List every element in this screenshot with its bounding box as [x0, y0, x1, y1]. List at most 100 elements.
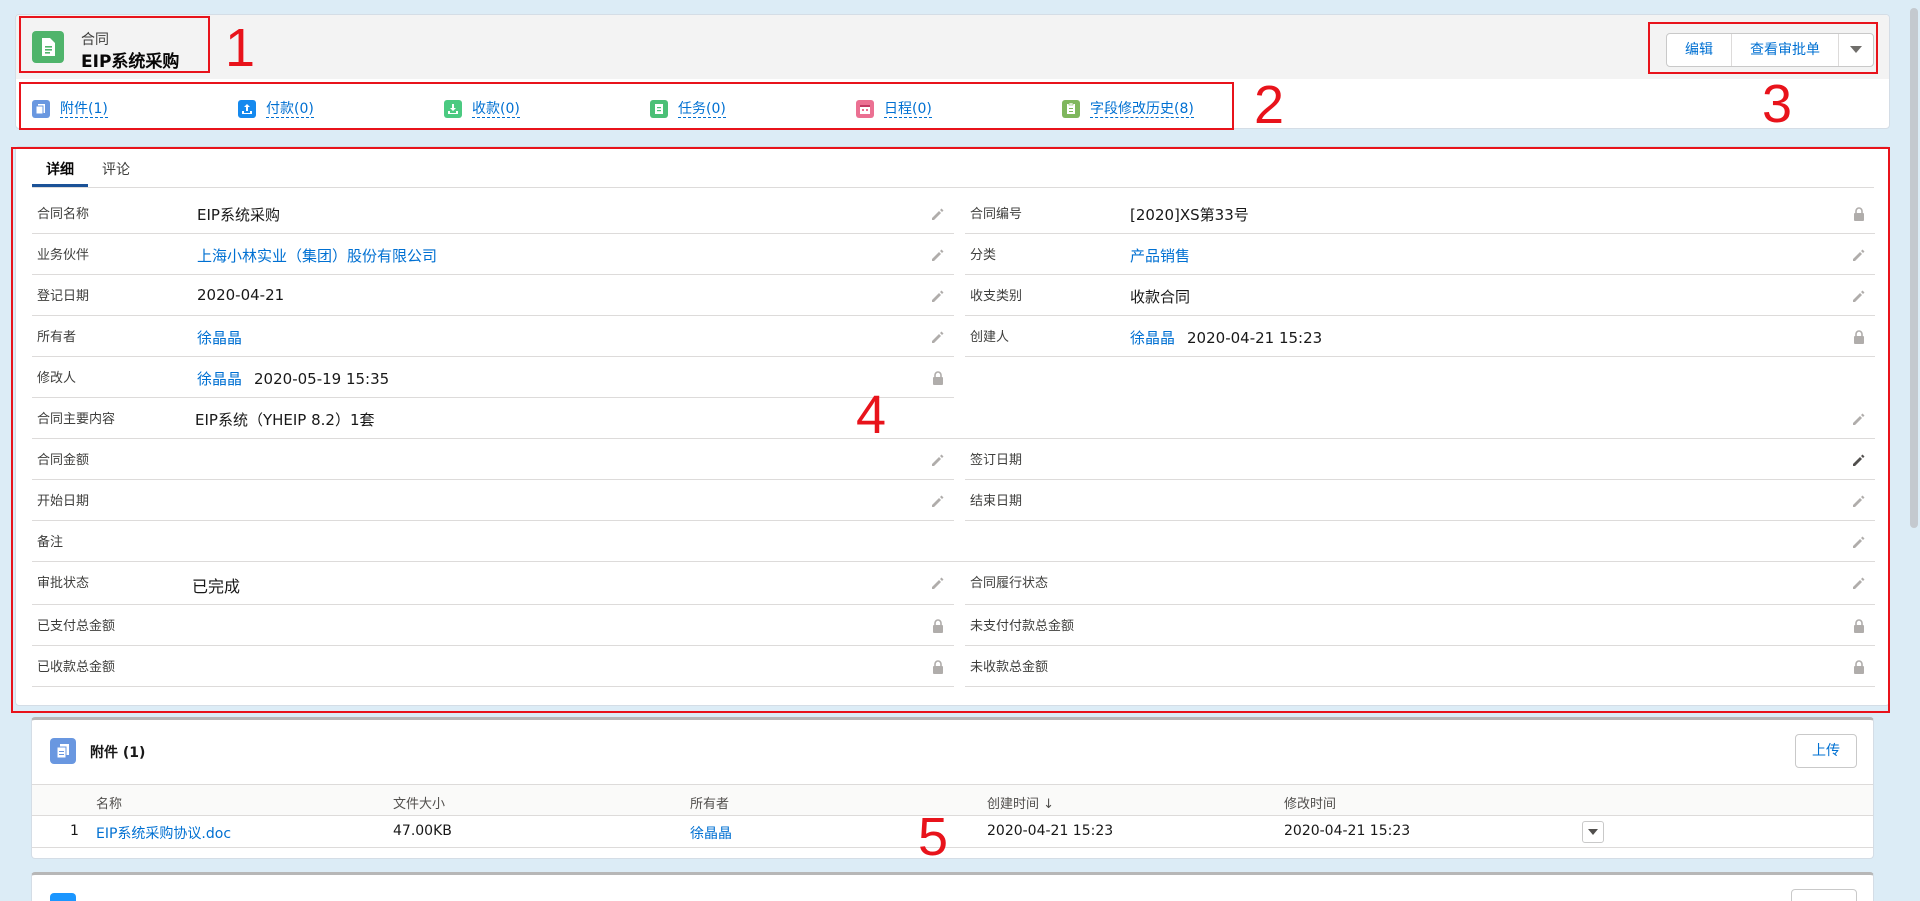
quick-link-attachments[interactable]: 附件(1) — [32, 100, 108, 118]
field-label: 合同主要内容 — [37, 412, 116, 427]
column-header-created[interactable]: 创建时间 ↓ — [987, 793, 1054, 812]
field-value: 已完成 — [192, 577, 241, 596]
field-value: 徐晶晶 2020-04-21 15:23 — [1130, 327, 1322, 348]
pencil-icon[interactable] — [930, 288, 946, 304]
pencil-icon[interactable] — [1851, 575, 1867, 591]
pencil-icon[interactable] — [1851, 411, 1867, 427]
quick-link-payments[interactable]: 付款(0) — [238, 100, 314, 118]
field-value: 徐晶晶 2020-05-19 15:35 — [197, 368, 389, 389]
edit-button[interactable]: 编辑 — [1667, 34, 1732, 66]
lock-icon — [933, 619, 943, 633]
contract-document-icon — [32, 31, 64, 63]
field-label: 修改人 — [37, 371, 77, 386]
record-title: EIP系统采购 — [81, 52, 180, 72]
header-action-buttons: 编辑 查看审批单 — [1666, 33, 1874, 67]
created-time: 2020-04-21 15:23 — [1187, 329, 1323, 347]
view-approval-button[interactable]: 查看审批单 — [1732, 34, 1839, 66]
attachments-related-list: 附件 (1) 上传 名称 文件大小 所有者 创建时间 ↓ 修改时间 1 EIP系… — [31, 717, 1874, 859]
field-approval-status: 审批状态 已完成 — [32, 562, 954, 605]
pencil-icon[interactable] — [930, 452, 946, 468]
pencil-icon[interactable] — [930, 206, 946, 222]
field-label: 备注 — [37, 535, 64, 550]
quick-link-label: 任务(0) — [678, 100, 726, 118]
pencil-icon[interactable] — [930, 329, 946, 345]
object-type-label: 合同 — [81, 32, 109, 48]
record-header: 合同 EIP系统采购 编辑 查看审批单 附件(1) 付款(0) 收款(0) 任务… — [15, 14, 1890, 129]
history-icon — [1062, 100, 1080, 118]
quick-link-label: 日程(0) — [884, 100, 932, 118]
lock-icon — [1854, 660, 1864, 674]
field-income-type: 收支类别 收款合同 — [965, 275, 1875, 316]
field-label: 已支付总金额 — [37, 619, 116, 634]
field-label: 登记日期 — [37, 289, 90, 304]
column-header-size[interactable]: 文件大小 — [393, 793, 445, 812]
quick-link-calendar[interactable]: 日程(0) — [856, 100, 932, 118]
row-index: 1 — [70, 823, 79, 839]
field-sign-date: 签订日期 — [965, 439, 1875, 480]
pencil-icon[interactable] — [930, 575, 946, 591]
pencil-icon[interactable] — [930, 247, 946, 263]
field-owner: 所有者 徐晶晶 — [32, 316, 954, 357]
quick-link-tasks[interactable]: 任务(0) — [650, 100, 726, 118]
attachment-owner-link[interactable]: 徐晶晶 — [690, 823, 732, 843]
owner-link[interactable]: 徐晶晶 — [197, 327, 242, 348]
pencil-icon[interactable] — [1851, 288, 1867, 304]
field-value: EIP系统采购 — [197, 206, 280, 224]
field-label: 合同编号 — [970, 207, 1023, 222]
tab-comments[interactable]: 评论 — [88, 155, 144, 187]
quick-link-label: 字段修改历史(8) — [1090, 100, 1194, 118]
field-label: 已收款总金额 — [37, 660, 116, 675]
header-title-bar: 合同 EIP系统采购 编辑 查看审批单 — [16, 15, 1889, 79]
field-creator: 创建人 徐晶晶 2020-04-21 15:23 — [965, 316, 1875, 357]
field-unpaid-total: 未支付付款总金额 — [965, 605, 1875, 646]
pencil-icon[interactable] — [1851, 493, 1867, 509]
related-list-quick-links: 附件(1) 付款(0) 收款(0) 任务(0) 日程(0) 字段修改历史(8) — [16, 90, 1889, 128]
column-header-name[interactable]: 名称 — [96, 793, 122, 812]
column-header-owner[interactable]: 所有者 — [690, 793, 729, 812]
lock-icon — [1854, 330, 1864, 344]
field-label: 业务伙伴 — [37, 248, 90, 263]
creator-link[interactable]: 徐晶晶 — [1130, 329, 1175, 347]
field-partner: 业务伙伴 上海小林实业（集团）股份有限公司 — [32, 234, 954, 275]
field-label: 分类 — [970, 248, 997, 263]
field-value: EIP系统（YHEIP 8.2）1套 — [195, 411, 375, 429]
field-value: 收款合同 — [1130, 288, 1191, 306]
related-list-action-button[interactable] — [1791, 889, 1857, 901]
field-label: 结束日期 — [970, 494, 1023, 509]
annotation-number-2: 2 — [1254, 75, 1285, 135]
quick-link-label: 收款(0) — [472, 100, 520, 118]
quick-link-receipts[interactable]: 收款(0) — [444, 100, 520, 118]
attachments-table-header: 名称 文件大小 所有者 创建时间 ↓ 修改时间 — [32, 784, 1873, 816]
field-label: 开始日期 — [37, 494, 90, 509]
upload-button[interactable]: 上传 — [1795, 734, 1857, 768]
field-value: [2020]XS第33号 — [1130, 206, 1249, 224]
field-end-date: 结束日期 — [965, 480, 1875, 521]
column-header-modified[interactable]: 修改时间 — [1284, 793, 1336, 812]
quick-link-label: 附件(1) — [60, 100, 108, 118]
pencil-icon[interactable] — [1851, 247, 1867, 263]
attachment-file-link[interactable]: EIP系统采购协议.doc — [96, 823, 231, 843]
page-scrollbar[interactable] — [1910, 8, 1918, 528]
partner-link[interactable]: 上海小林实业（集团）股份有限公司 — [197, 245, 437, 266]
pencil-icon[interactable] — [1851, 534, 1867, 550]
tab-detail[interactable]: 详细 — [32, 155, 88, 187]
row-actions-button[interactable] — [1582, 821, 1604, 843]
pencil-icon[interactable] — [930, 493, 946, 509]
field-label: 所有者 — [37, 330, 77, 345]
quick-link-field-history[interactable]: 字段修改历史(8) — [1062, 100, 1194, 118]
lock-icon — [933, 660, 943, 674]
field-category: 分类 产品销售 — [965, 234, 1875, 275]
category-link[interactable]: 产品销售 — [1130, 245, 1190, 266]
annotation-number-3: 3 — [1762, 74, 1793, 134]
field-unreceived-total: 未收款总金额 — [965, 646, 1875, 687]
modifier-link[interactable]: 徐晶晶 — [197, 370, 242, 388]
pencil-icon[interactable] — [1851, 452, 1867, 468]
attachment-created: 2020-04-21 15:23 — [987, 823, 1114, 839]
attachment-modified: 2020-04-21 15:23 — [1284, 823, 1411, 839]
field-label: 合同金额 — [37, 453, 90, 468]
field-amount: 合同金额 — [32, 439, 954, 480]
lock-icon — [1854, 207, 1864, 221]
field-contract-no: 合同编号 [2020]XS第33号 — [965, 193, 1875, 234]
more-actions-button[interactable] — [1839, 34, 1873, 66]
payments-related-list — [31, 872, 1874, 901]
